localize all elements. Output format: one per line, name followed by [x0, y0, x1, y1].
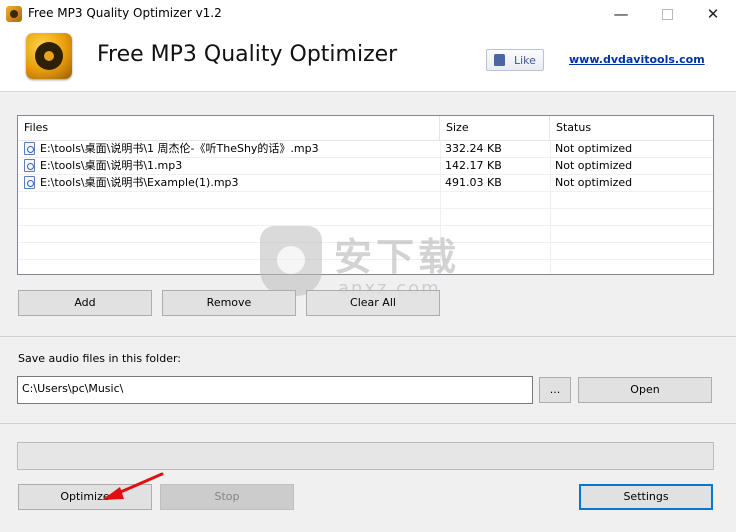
- column-header-files[interactable]: Files: [18, 116, 440, 140]
- table-row[interactable]: E:\tools\桌面\说明书\1 周杰伦-《听TheShy的话》.mp3 33…: [18, 140, 713, 158]
- website-link[interactable]: www.dvdavitools.com: [569, 53, 705, 66]
- file-path: E:\tools\桌面\说明书\1.mp3: [40, 159, 183, 172]
- column-header-status[interactable]: Status: [550, 116, 713, 140]
- speaker-disc-icon: [35, 42, 63, 70]
- file-list-header: Files Size Status: [18, 116, 713, 141]
- audio-file-icon: [24, 176, 35, 189]
- empty-grid-row: [18, 208, 713, 226]
- section-divider: [0, 336, 736, 337]
- output-folder-label: Save audio files in this folder:: [18, 352, 181, 365]
- app-icon: [6, 6, 22, 22]
- like-label: Like: [514, 54, 536, 67]
- column-header-size[interactable]: Size: [440, 116, 550, 140]
- section-divider: [0, 423, 736, 424]
- stop-button[interactable]: Stop: [160, 484, 294, 510]
- open-folder-button[interactable]: Open: [578, 377, 712, 403]
- watermark-text: 安下载: [334, 235, 461, 279]
- column-divider: [550, 140, 551, 274]
- header-banner: Free MP3 Quality Optimizer Like www.dvda…: [0, 30, 736, 91]
- file-path: E:\tools\桌面\说明书\Example(1).mp3: [40, 176, 239, 189]
- output-folder-input[interactable]: C:\Users\pc\Music\: [17, 376, 533, 404]
- clear-all-button[interactable]: Clear All: [306, 290, 440, 316]
- table-row[interactable]: E:\tools\桌面\说明书\1.mp3 142.17 KB Not opti…: [18, 157, 713, 175]
- audio-file-icon: [24, 159, 35, 172]
- empty-grid-row: [18, 191, 713, 209]
- maximize-icon: [661, 9, 673, 20]
- file-status: Not optimized: [555, 142, 633, 155]
- audio-file-icon: [24, 142, 35, 155]
- browse-button[interactable]: ...: [539, 377, 571, 403]
- file-path: E:\tools\桌面\说明书\1 周杰伦-《听TheShy的话》.mp3: [40, 142, 319, 155]
- file-status: Not optimized: [555, 159, 633, 172]
- settings-button[interactable]: Settings: [579, 484, 713, 510]
- title-bar: Free MP3 Quality Optimizer v1.2 — ✕: [0, 0, 736, 30]
- close-button[interactable]: ✕: [690, 0, 736, 30]
- facebook-like-button[interactable]: Like: [486, 49, 544, 71]
- file-status: Not optimized: [555, 176, 633, 189]
- file-size: 332.24 KB: [445, 142, 502, 155]
- thumbs-up-icon: [494, 54, 505, 66]
- app-title: Free MP3 Quality Optimizer: [97, 42, 398, 67]
- file-size: 142.17 KB: [445, 159, 502, 172]
- maximize-button[interactable]: [644, 0, 690, 30]
- progress-bar: [17, 442, 714, 470]
- window-title: Free MP3 Quality Optimizer v1.2: [28, 6, 222, 20]
- file-size: 491.03 KB: [445, 176, 502, 189]
- app-logo: [26, 33, 72, 79]
- add-button[interactable]: Add: [18, 290, 152, 316]
- remove-button[interactable]: Remove: [162, 290, 296, 316]
- table-row[interactable]: E:\tools\桌面\说明书\Example(1).mp3 491.03 KB…: [18, 174, 713, 192]
- minimize-button[interactable]: —: [598, 0, 644, 30]
- watermark-shield-icon: [260, 226, 322, 296]
- annotation-arrow-icon: [102, 472, 164, 500]
